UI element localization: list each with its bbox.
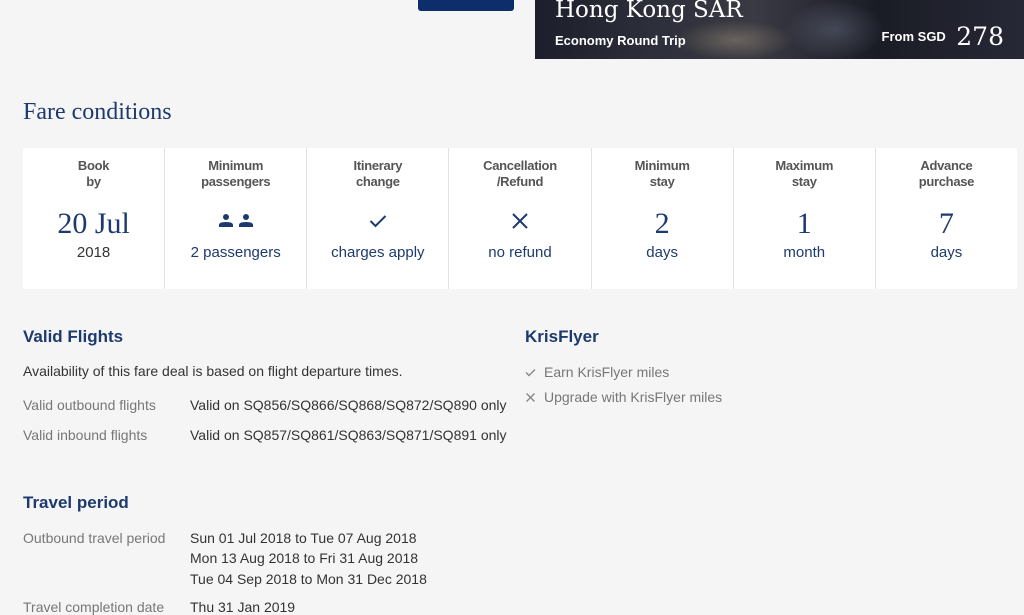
outbound-flights-label: Valid outbound flights xyxy=(23,397,156,413)
top-action-button[interactable] xyxy=(418,0,514,11)
condition-label: Cancellation /Refund xyxy=(483,158,557,189)
completion-date-value: Thu 31 Jan 2019 xyxy=(190,599,296,615)
city-lights-decor xyxy=(675,20,795,59)
condition-label: Book by xyxy=(77,158,110,189)
inbound-flights-label: Valid inbound flights xyxy=(23,427,148,443)
condition-sub: 2018 xyxy=(76,244,111,261)
outbound-period-label: Outbound travel period xyxy=(23,530,166,546)
city-lights-decor xyxy=(785,0,885,59)
destination-city: Hong Kong SAR xyxy=(555,0,743,23)
fare-conditions-title: Fare conditions xyxy=(23,99,172,125)
condition-min-passengers: Minimum passengers 2 passengers xyxy=(165,148,308,289)
valid-flights-title: Valid Flights xyxy=(23,327,124,346)
condition-itinerary-change: Itinerary change charges apply xyxy=(307,148,450,289)
valid-flights-note: Availability of this fare deal is based … xyxy=(23,363,403,379)
price-amount: 278 xyxy=(956,22,1004,51)
two-person-icon xyxy=(165,206,306,236)
inbound-flights-value: Valid on SQ857/SQ861/SQ863/SQ871/SQ891 o… xyxy=(190,427,507,443)
condition-book-by: Book by 20 Jul 2018 xyxy=(23,148,166,289)
outbound-period-2: Mon 13 Aug 2018 to Fri 31 Aug 2018 xyxy=(190,550,419,566)
condition-value: 1 xyxy=(796,207,812,240)
outbound-period-1: Sun 01 Jul 2018 to Tue 07 Aug 2018 xyxy=(190,530,417,546)
fare-price: From SGD 278 xyxy=(882,22,1004,51)
price-prefix: From SGD xyxy=(881,29,946,44)
condition-value: 7 xyxy=(938,207,954,240)
condition-sub: days xyxy=(646,244,678,261)
fare-conditions-panel: Book by 20 Jul 2018 Minimum passengers 2… xyxy=(23,148,1017,289)
condition-label: Minimum passengers xyxy=(201,158,271,189)
krisflyer-earn-item: Earn KrisFlyer miles xyxy=(525,364,669,380)
condition-value: 2 xyxy=(654,207,670,240)
condition-label: Maximum stay xyxy=(775,158,834,189)
outbound-period-3: Tue 04 Sep 2018 to Mon 31 Dec 2018 xyxy=(190,571,427,587)
krisflyer-upgrade-label: Upgrade with KrisFlyer miles xyxy=(544,389,723,405)
cross-icon xyxy=(449,206,590,236)
check-icon xyxy=(307,206,448,236)
condition-sub: days xyxy=(930,244,963,261)
condition-min-stay: Minimum stay 2 days xyxy=(592,148,734,289)
travel-period-title: Travel period xyxy=(23,493,129,512)
condition-value: 20 Jul xyxy=(57,207,130,240)
completion-date-label: Travel completion date xyxy=(23,599,165,615)
condition-max-stay: Maximum stay 1 month xyxy=(734,148,876,289)
condition-sub: month xyxy=(783,244,826,261)
cross-icon xyxy=(526,392,535,402)
krisflyer-upgrade-item: Upgrade with KrisFlyer miles xyxy=(525,389,722,405)
condition-sub: charges apply xyxy=(331,244,425,261)
krisflyer-title: KrisFlyer xyxy=(525,327,599,346)
outbound-flights-value: Valid on SQ856/SQ866/SQ868/SQ872/SQ890 o… xyxy=(190,397,507,413)
destination-banner[interactable]: Hong Kong SAR Economy Round Trip From SG… xyxy=(535,0,1024,59)
condition-cancellation: Cancellation /Refund no refund xyxy=(449,148,592,289)
condition-label: Advance purchase xyxy=(918,158,975,189)
condition-sub: no refund xyxy=(488,244,552,261)
condition-sub: 2 passengers xyxy=(190,244,281,261)
condition-label: Minimum stay xyxy=(634,158,690,189)
condition-advance-purchase: Advance purchase 7 days xyxy=(876,148,1017,289)
check-icon xyxy=(525,368,536,376)
condition-label: Itinerary change xyxy=(353,158,403,189)
trip-type: Economy Round Trip xyxy=(555,33,686,48)
krisflyer-earn-label: Earn KrisFlyer miles xyxy=(544,364,670,380)
